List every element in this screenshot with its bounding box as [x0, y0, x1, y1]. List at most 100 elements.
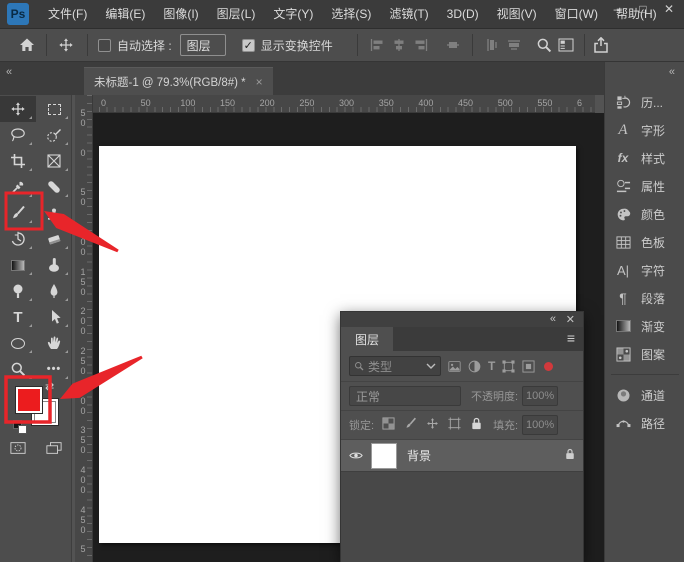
- blend-mode-dropdown[interactable]: 正常: [349, 386, 461, 406]
- minimize-button[interactable]: –: [604, 0, 630, 18]
- gradient-tool[interactable]: [0, 252, 36, 278]
- crop-tool[interactable]: [0, 148, 36, 174]
- ruler-v-label: 50: [78, 108, 88, 128]
- dodge-tool[interactable]: [0, 278, 36, 304]
- filter-adjustment-layers-icon[interactable]: [468, 360, 481, 373]
- document-tab-title: 未标题-1 @ 79.3%(RGB/8#) *: [94, 74, 246, 90]
- align-vertical-centers-icon[interactable]: [442, 34, 464, 56]
- show-transform-checkbox[interactable]: ✓: [242, 39, 255, 52]
- ruler-h-label: 300: [339, 98, 354, 108]
- ruler-v-label: 400: [78, 465, 88, 495]
- type-tool[interactable]: T: [0, 304, 36, 330]
- filter-smart-objects-icon[interactable]: [522, 360, 535, 373]
- rectangular-marquee-tool[interactable]: [36, 96, 72, 122]
- panel-collapse-icon[interactable]: «: [550, 313, 555, 325]
- eyedropper-tool[interactable]: [0, 174, 36, 200]
- layer-visibility-icon[interactable]: [349, 449, 371, 463]
- panel-patterns[interactable]: 图案: [605, 340, 684, 368]
- panel-paragraph[interactable]: ¶段落: [605, 284, 684, 312]
- brush-tool[interactable]: [0, 200, 36, 226]
- lock-position-icon[interactable]: [426, 417, 439, 433]
- lock-artboard-icon[interactable]: [448, 417, 461, 433]
- tab-layers[interactable]: 图层: [341, 327, 393, 351]
- ruler-h-label: 200: [260, 98, 275, 108]
- path-selection-tool[interactable]: [36, 304, 72, 330]
- panel-menu-icon[interactable]: ≡: [567, 330, 575, 346]
- tab-close-icon[interactable]: ×: [256, 75, 263, 89]
- hand-tool[interactable]: [36, 330, 72, 356]
- maximize-button[interactable]: □: [630, 0, 656, 18]
- menu-item-5[interactable]: 选择(S): [322, 0, 380, 29]
- panel-color[interactable]: 颜色: [605, 200, 684, 228]
- layer-filter-dropdown[interactable]: 类型: [349, 356, 441, 376]
- lock-transparency-icon[interactable]: [382, 417, 395, 433]
- opacity-value[interactable]: 100%: [522, 386, 558, 406]
- layer-filter-toggle[interactable]: [544, 362, 553, 371]
- smudge-tool[interactable]: [36, 252, 72, 278]
- menu-item-2[interactable]: 图像(I): [154, 0, 207, 29]
- layer-row[interactable]: 背景: [341, 440, 583, 472]
- move-tool-preset-icon[interactable]: [55, 34, 77, 56]
- filter-type-layers-icon[interactable]: T: [488, 359, 495, 373]
- move-tool[interactable]: [0, 96, 36, 122]
- quick-selection-tool[interactable]: [36, 122, 72, 148]
- filter-pixel-layers-icon[interactable]: [448, 360, 461, 373]
- panel-properties[interactable]: 属性: [605, 172, 684, 200]
- panel-styles[interactable]: fx样式: [605, 144, 684, 172]
- distribute-horizontal-icon[interactable]: [503, 34, 525, 56]
- ellipse-tool[interactable]: [0, 330, 36, 356]
- menu-item-9[interactable]: 窗口(W): [546, 0, 607, 29]
- panel-character[interactable]: A|字符: [605, 256, 684, 284]
- lock-all-icon[interactable]: [470, 417, 483, 433]
- layer-thumbnail[interactable]: [371, 443, 397, 469]
- search-icon[interactable]: [533, 34, 555, 56]
- pen-tool[interactable]: [36, 278, 72, 304]
- home-icon[interactable]: [16, 34, 38, 56]
- ruler-h-label: 400: [418, 98, 433, 108]
- gradients-icon: [613, 320, 633, 332]
- workspace-switcher-icon[interactable]: [555, 34, 577, 56]
- dock-item-label: 字形: [641, 122, 665, 139]
- filter-shape-layers-icon[interactable]: [502, 360, 515, 373]
- share-icon[interactable]: [590, 34, 612, 56]
- panel-channels[interactable]: 通道: [605, 381, 684, 409]
- quick-mask-button[interactable]: [10, 440, 26, 456]
- default-colors-icon[interactable]: [13, 420, 29, 436]
- document-tab[interactable]: 未标题-1 @ 79.3%(RGB/8#) * ×: [84, 67, 273, 95]
- ruler-h-label: 450: [458, 98, 473, 108]
- panel-swatches[interactable]: 色板: [605, 228, 684, 256]
- menu-item-8[interactable]: 视图(V): [488, 0, 546, 29]
- panel-gradients[interactable]: 渐变: [605, 312, 684, 340]
- align-left-edges-icon[interactable]: [366, 34, 388, 56]
- eraser-tool[interactable]: [36, 226, 72, 252]
- lock-pixels-icon[interactable]: [404, 417, 417, 433]
- close-button[interactable]: ✕: [656, 0, 682, 18]
- align-horizontal-centers-icon[interactable]: [388, 34, 410, 56]
- menu-item-3[interactable]: 图层(L): [208, 0, 265, 29]
- clone-stamp-tool[interactable]: [36, 200, 72, 226]
- history-brush-tool[interactable]: [0, 226, 36, 252]
- panel-paths[interactable]: 路径: [605, 409, 684, 437]
- panel-close-icon[interactable]: ✕: [566, 313, 575, 326]
- panel-glyphs[interactable]: A字形: [605, 116, 684, 144]
- foreground-color-swatch[interactable]: [15, 386, 43, 414]
- auto-select-checkbox[interactable]: [98, 39, 111, 52]
- panel-history[interactable]: 历...: [605, 88, 684, 116]
- target-selector-dropdown[interactable]: 图层: [180, 34, 226, 56]
- menu-item-4[interactable]: 文字(Y): [264, 0, 322, 29]
- menu-item-1[interactable]: 编辑(E): [96, 0, 154, 29]
- menu-item-7[interactable]: 3D(D): [438, 0, 488, 29]
- dock-collapse-icon[interactable]: «: [669, 66, 674, 78]
- spot-healing-brush-tool[interactable]: [36, 174, 72, 200]
- fill-value[interactable]: 100%: [522, 415, 558, 435]
- swap-colors-icon[interactable]: ⇄: [45, 380, 54, 393]
- align-right-edges-icon[interactable]: [410, 34, 432, 56]
- lasso-tool[interactable]: [0, 122, 36, 148]
- screen-mode-button[interactable]: [46, 440, 62, 456]
- separator: [357, 34, 358, 56]
- distribute-vertical-icon[interactable]: [481, 34, 503, 56]
- menu-item-6[interactable]: 滤镜(T): [380, 0, 437, 29]
- toolbar-collapse-icon[interactable]: «: [6, 66, 11, 78]
- frame-tool[interactable]: [36, 148, 72, 174]
- menu-item-0[interactable]: 文件(F): [39, 0, 96, 29]
